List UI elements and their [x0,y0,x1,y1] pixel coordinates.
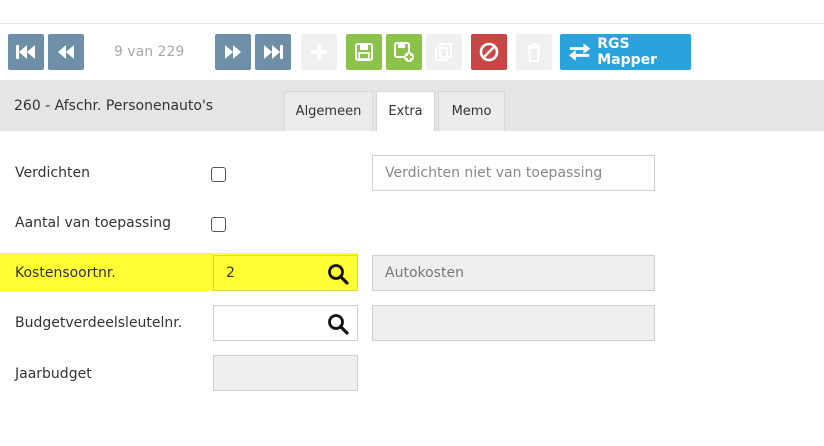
tab-extra[interactable]: Extra [376,91,435,131]
rgs-mapper-label: RGS Mapper [597,36,658,68]
rewind-icon [58,45,74,59]
tab-label: Extra [388,104,423,119]
tab-algemeen[interactable]: Algemeen [284,91,373,131]
next-record-button[interactable] [215,34,251,70]
skip-first-icon [16,45,35,59]
add-button[interactable] [301,34,337,70]
floppy-plus-icon [394,42,414,62]
search-icon[interactable] [327,263,349,285]
aantal-label: Aantal van toepassing [15,215,171,231]
floppy-icon [355,43,373,61]
plus-icon [311,44,327,60]
verdichten-info-field[interactable]: Verdichten niet van toepassing [372,155,655,191]
record-header: 260 - Afschr. Personenauto's Algemeen Ex… [0,80,824,131]
kostensoort-label: Kostensoortnr. [15,265,116,281]
search-icon[interactable] [327,313,349,335]
delete-button[interactable] [516,34,552,70]
budget-input[interactable] [213,305,358,341]
record-counter: 9 van 229 [114,44,185,60]
rgs-mapper-button[interactable]: RGS Mapper [560,34,691,70]
budget-description [372,305,655,341]
verdichten-label: Verdichten [15,165,90,181]
kostensoort-value: 2 [226,265,235,281]
verdichten-placeholder: Verdichten niet van toepassing [385,165,603,181]
jaarbudget-field [213,355,358,391]
toolbar: 9 van 229 RGS Mapper [0,24,824,80]
save-button[interactable] [346,34,382,70]
copy-button[interactable] [426,34,462,70]
ban-icon [479,42,499,62]
tab-memo[interactable]: Memo [438,91,505,131]
budget-label: Budgetverdeelsleutelnr. [15,315,183,331]
last-record-button[interactable] [255,34,291,70]
verdichten-checkbox[interactable] [211,167,226,182]
fast-forward-icon [225,45,241,59]
tab-label: Algemeen [295,104,362,119]
trash-icon [527,43,541,62]
kostensoort-input[interactable]: 2 [213,255,358,291]
record-title: 260 - Afschr. Personenauto's [14,98,214,114]
exchange-arrows-icon [568,43,591,61]
tab-label: Memo [451,104,492,119]
kostensoort-description: Autokosten [372,255,655,291]
save-and-new-button[interactable] [386,34,422,70]
kostensoort-description-text: Autokosten [385,265,464,281]
skip-last-icon [264,45,283,59]
first-record-button[interactable] [8,34,44,70]
copy-icon [435,43,452,61]
previous-record-button[interactable] [48,34,84,70]
cancel-button[interactable] [471,34,507,70]
aantal-checkbox[interactable] [211,217,226,232]
jaarbudget-label: Jaarbudget [15,366,92,382]
